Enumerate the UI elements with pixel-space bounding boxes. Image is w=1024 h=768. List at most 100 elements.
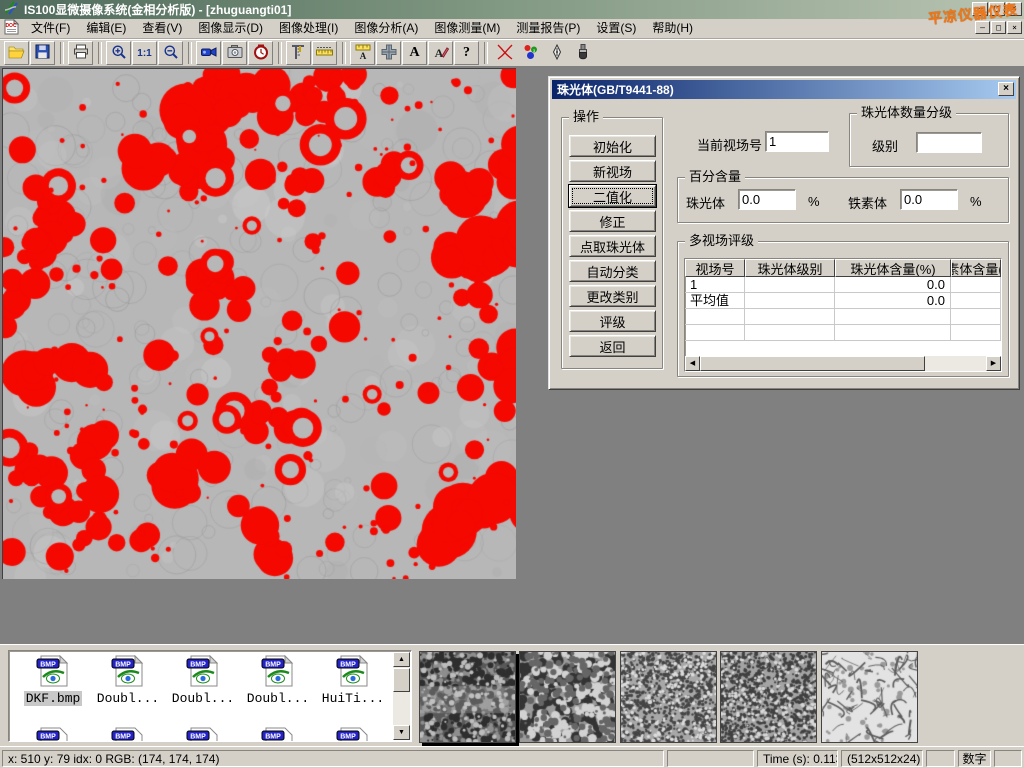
bmp-file-icon: BMP: [336, 727, 370, 742]
menu-view[interactable]: 查看(V): [134, 19, 190, 38]
scrollbar-thumb[interactable]: [700, 356, 925, 371]
bmp-file-icon: BMP: [111, 727, 145, 742]
help-button[interactable]: ?: [454, 41, 479, 65]
caliper-measure-button[interactable]: [286, 41, 311, 65]
thumbnail-canvas[interactable]: [419, 651, 516, 743]
scroll-up-icon[interactable]: ▲: [393, 652, 410, 667]
thumbnail-canvas[interactable]: [620, 651, 717, 743]
file-name[interactable]: Doubl...: [170, 691, 236, 706]
file-item[interactable]: BMP: [242, 727, 314, 742]
col-pearlite-level: 珠光体级别: [745, 259, 835, 277]
thumbnail-canvas[interactable]: [519, 651, 616, 743]
ruler-button[interactable]: [312, 41, 337, 65]
file-item[interactable]: BMP: [17, 727, 89, 742]
new-field-button[interactable]: 新视场: [569, 160, 656, 182]
file-name[interactable]: HuiTi...: [320, 691, 386, 706]
print-button[interactable]: [68, 41, 93, 65]
ferrite-percent-input[interactable]: [900, 189, 958, 210]
scrollbar-thumb[interactable]: [393, 668, 410, 692]
status-time: Time (s): 0.113: [757, 750, 838, 767]
classify-tool-button[interactable]: 3: [518, 41, 543, 65]
menu-settings[interactable]: 设置(S): [588, 19, 644, 38]
menu-image-measure[interactable]: 图像测量(M): [426, 19, 508, 38]
curve-tool-button[interactable]: [492, 41, 517, 65]
pen-tool-button[interactable]: [544, 41, 569, 65]
col-pearlite-content: 珠光体含量(%): [835, 259, 951, 277]
bmp-file-icon: BMP: [261, 655, 295, 687]
bmp-file-icon: BMP: [336, 655, 370, 687]
change-class-button[interactable]: 更改类别: [569, 285, 656, 307]
grade-button[interactable]: 评级: [569, 310, 656, 332]
menu-help[interactable]: 帮助(H): [644, 19, 701, 38]
open-file-button[interactable]: [4, 41, 29, 65]
maximize-button[interactable]: □: [989, 2, 1005, 16]
ruler-icon: [316, 46, 333, 61]
dialog-title-bar[interactable]: 珠光体(GB/T9441-88) ×: [552, 80, 1016, 99]
binarize-button[interactable]: 二值化: [569, 185, 656, 207]
file-item[interactable]: BMP: [167, 727, 239, 742]
return-button[interactable]: 返回: [569, 335, 656, 357]
level-input[interactable]: [916, 132, 982, 153]
zoom-in-button[interactable]: [106, 41, 131, 65]
file-item[interactable]: BMP: [317, 727, 389, 742]
edit-text-button[interactable]: A: [428, 41, 453, 65]
file-list: BMP DKF.bmp BMP Doubl... BMP Doubl... BM…: [8, 650, 412, 742]
save-button[interactable]: [30, 41, 55, 65]
correct-button[interactable]: 修正: [569, 210, 656, 232]
text-tool-button[interactable]: A: [402, 41, 427, 65]
close-button[interactable]: ×: [1006, 2, 1022, 16]
ferrite-percent-unit: %: [970, 194, 982, 209]
scrollbar-track[interactable]: [925, 356, 986, 371]
file-item[interactable]: BMP HuiTi...: [317, 655, 389, 706]
file-name[interactable]: Doubl...: [245, 691, 311, 706]
menu-image-analysis[interactable]: 图像分析(A): [346, 19, 426, 38]
menu-measure-report[interactable]: 测量报告(P): [508, 19, 588, 38]
actual-size-button[interactable]: 1:1: [132, 41, 157, 65]
grading-table-header: 视场号 珠光体级别 珠光体含量(%) 铁素体含量(%): [685, 259, 1001, 277]
menu-file[interactable]: 文件(F): [23, 19, 78, 38]
svg-text:BMP: BMP: [340, 734, 356, 741]
file-item[interactable]: BMP Doubl...: [167, 655, 239, 706]
ruler-text-icon: A: [355, 44, 371, 63]
table-row[interactable]: 1 0.0: [685, 277, 1001, 293]
file-item[interactable]: BMP DKF.bmp: [17, 655, 89, 706]
app-logo-icon: [4, 1, 20, 18]
mdi-close-button[interactable]: ×: [1007, 21, 1022, 34]
measure-annotate-button[interactable]: A: [350, 41, 375, 65]
auto-classify-button[interactable]: 自动分类: [569, 260, 656, 282]
minimize-button[interactable]: —: [972, 2, 988, 16]
file-name[interactable]: DKF.bmp: [24, 691, 83, 706]
file-name[interactable]: Doubl...: [95, 691, 161, 706]
file-item[interactable]: BMP: [92, 727, 164, 742]
timer-button[interactable]: [248, 41, 273, 65]
dialog-close-button[interactable]: ×: [998, 82, 1014, 96]
file-list-scrollbar[interactable]: ▲ ▼: [393, 652, 410, 740]
grid-stamp-button[interactable]: [376, 41, 401, 65]
status-mode: 数字: [958, 750, 991, 767]
menu-edit[interactable]: 编辑(E): [78, 19, 134, 38]
zoom-out-button[interactable]: [158, 41, 183, 65]
scroll-left-icon[interactable]: ◀: [685, 356, 700, 371]
pearlite-percent-input[interactable]: [738, 189, 796, 210]
thumbnail-canvas[interactable]: [821, 651, 918, 743]
brush-tool-button[interactable]: [570, 41, 595, 65]
thumbnail-canvas[interactable]: [720, 651, 817, 743]
pick-pearlite-button[interactable]: 点取珠光体: [569, 235, 656, 257]
file-item[interactable]: BMP Doubl...: [92, 655, 164, 706]
menu-image-processing[interactable]: 图像处理(I): [271, 19, 346, 38]
mdi-minimize-button[interactable]: —: [975, 21, 990, 34]
curve-cross-icon: [496, 44, 514, 63]
scroll-right-icon[interactable]: ▶: [986, 356, 1001, 371]
file-item[interactable]: BMP Doubl...: [242, 655, 314, 706]
menu-image-display[interactable]: 图像显示(D): [190, 19, 271, 38]
initialize-button[interactable]: 初始化: [569, 135, 656, 157]
table-row[interactable]: 平均值 0.0: [685, 293, 1001, 309]
mdi-restore-button[interactable]: □: [991, 21, 1006, 34]
toolbar: 1:1 A A A ? 3: [0, 39, 1024, 66]
scroll-down-icon[interactable]: ▼: [393, 725, 410, 740]
video-capture-button[interactable]: [196, 41, 221, 65]
snapshot-button[interactable]: [222, 41, 247, 65]
table-horizontal-scrollbar[interactable]: ◀ ▶: [685, 356, 1001, 371]
micrograph-canvas[interactable]: [2, 68, 516, 579]
current-field-input[interactable]: [765, 131, 829, 152]
